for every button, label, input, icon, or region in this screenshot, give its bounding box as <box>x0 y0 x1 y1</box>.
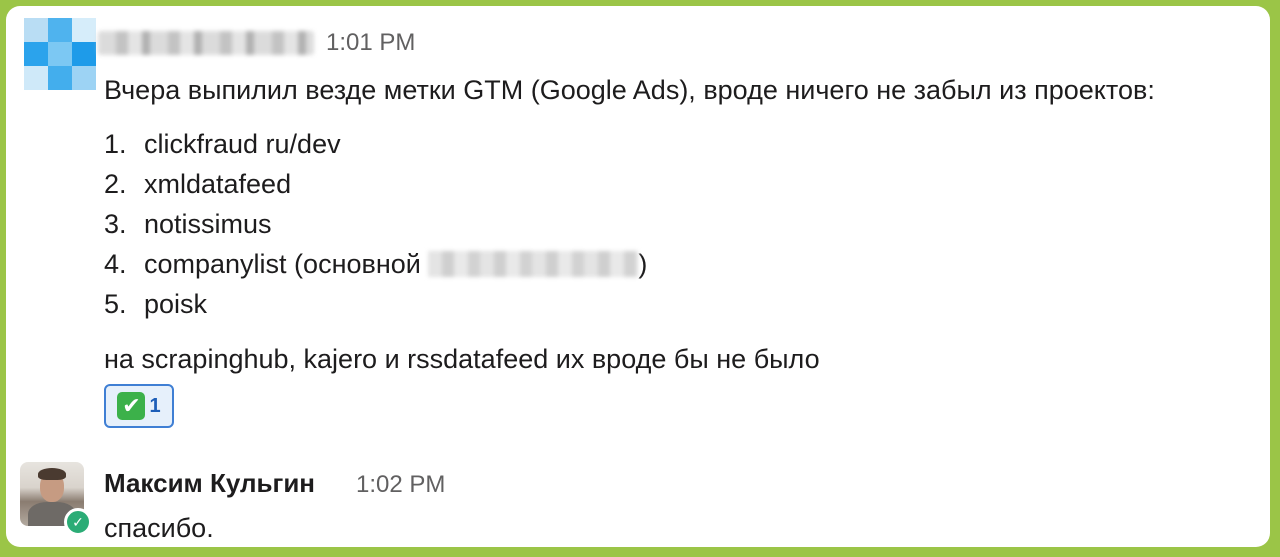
message-text: Вчера выпилил везде метки GTM (Google Ad… <box>104 75 1155 105</box>
list-text: notissimus <box>144 209 272 239</box>
message-timestamp[interactable]: 1:01 PM <box>326 29 415 57</box>
list-text: xmldatafeed <box>144 169 292 199</box>
list-number: 5. <box>104 289 127 319</box>
chat-panel: 1:01 PM Вчера выпилил везде метки GTM (G… <box>6 6 1270 547</box>
list-number: 1. <box>104 129 127 159</box>
list-item: 4. companylist (основной ) <box>104 244 647 284</box>
list-text: poisk <box>144 289 208 319</box>
list-text-suffix: ) <box>638 249 648 279</box>
redacted-text <box>428 251 639 277</box>
message-footer-text: на scrapinghub, kajero и rssdatafeed их … <box>104 344 820 374</box>
online-check-icon: ✓ <box>64 508 92 536</box>
author-name[interactable]: Максим Кульгин <box>104 468 315 499</box>
reaction-count: 1 <box>149 394 161 417</box>
message-text: спасибо. <box>104 513 214 543</box>
list-text: companylist (основной <box>144 249 429 279</box>
list-text: clickfraud ru/dev <box>144 129 341 159</box>
list-item: 3. notissimus <box>104 204 647 244</box>
list-number: 2. <box>104 169 127 199</box>
message-timestamp[interactable]: 1:02 PM <box>356 471 445 499</box>
list-number: 3. <box>104 209 127 239</box>
list-item: 1. clickfraud ru/dev <box>104 124 647 164</box>
list-number: 4. <box>104 249 127 279</box>
list-item: 5. poisk <box>104 284 647 324</box>
pixelated-avatar[interactable] <box>24 18 96 90</box>
project-list: 1. clickfraud ru/dev 2. xmldatafeed 3. noti… <box>104 124 647 324</box>
redacted-author-name <box>98 31 314 55</box>
list-item: 2. xmldatafeed <box>104 164 647 204</box>
reaction-button[interactable]: ✔ 1 <box>104 384 174 428</box>
white-check-mark-icon: ✔ <box>117 392 146 420</box>
